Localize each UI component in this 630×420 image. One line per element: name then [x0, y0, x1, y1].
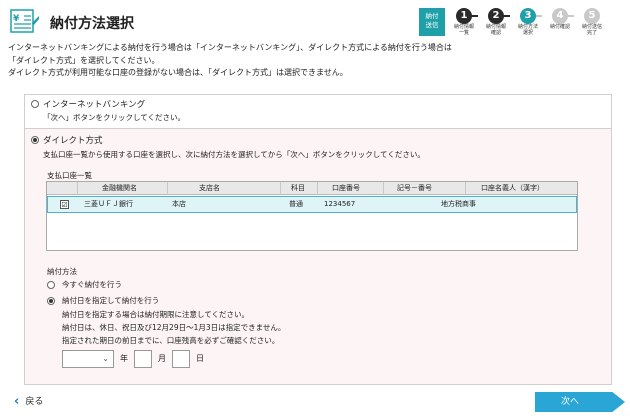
column-divider	[167, 182, 168, 195]
col-bank: 金融機関名	[102, 184, 137, 192]
step-number: 1	[456, 8, 472, 24]
instruction-line: インターネットバンキングによる納付を行う場合は「インターネットバンキング」、ダイ…	[8, 43, 452, 52]
step-number: 4	[552, 8, 568, 24]
column-divider	[465, 182, 466, 195]
step-2: 2 納付情報 確認	[481, 8, 511, 36]
note-line: 指定された期日の前日までに、口座残高を必ずご確認ください。	[62, 336, 280, 345]
day-input[interactable]	[172, 350, 190, 368]
table-header: 金融機関名 支店名 科目 口座番号 記号－番号 口座名義人（漢字）	[47, 182, 577, 195]
current-process-badge: 納付 送信	[419, 8, 445, 36]
col-type: 科目	[291, 184, 305, 192]
cell-number: 1234567	[324, 200, 356, 208]
svg-text:¥: ¥	[13, 14, 20, 24]
account-list-title: 支払口座一覧	[47, 171, 92, 180]
step-label: 確認	[490, 30, 501, 36]
column-divider	[280, 182, 281, 195]
day-unit: 日	[196, 354, 204, 363]
back-label: 戻る	[25, 397, 44, 407]
chevron-left-icon: ‹	[14, 394, 20, 409]
badge-line: 送信	[425, 21, 439, 29]
month-input[interactable]	[134, 350, 152, 368]
cell-holder: 地方税商事	[441, 200, 476, 208]
next-button[interactable]: 次へ	[535, 392, 625, 412]
internet-banking-desc: 「次へ」ボタンをクリックしてください。	[43, 113, 186, 122]
step-label: 納付確認	[549, 24, 570, 30]
step-label: 選択	[522, 30, 533, 36]
month-unit: 月	[158, 354, 166, 363]
step-label: 一覧	[458, 30, 469, 36]
note-line: 納付日を指定する場合は納付期限に注意してください。	[62, 310, 250, 319]
page-title: 納付方法選択	[50, 16, 134, 32]
step-number: 3	[520, 8, 536, 24]
col-symbol: 記号－番号	[397, 184, 432, 192]
pay-now-radio[interactable]	[47, 281, 55, 289]
year-select[interactable]: ⌄	[62, 350, 114, 368]
column-divider	[383, 182, 384, 195]
pay-now-label[interactable]: 今すぐ納付を行う	[62, 279, 122, 290]
instruction-line: 「ダイレクト方式」を選択してください。	[8, 55, 160, 65]
step-3: 3 納付方法 選択	[513, 8, 543, 36]
internet-banking-panel: インターネットバンキング 「次へ」ボタンをクリックしてください。	[24, 94, 612, 128]
direct-method-desc: 支払口座一覧から使用する口座を選択し、次に納付方法を選択してから「次へ」ボタンを…	[43, 150, 425, 159]
cell-bank: 三菱ＵＦＪ銀行	[84, 200, 133, 208]
internet-banking-radio[interactable]	[31, 100, 39, 108]
page-header: ¥ 納付方法選択 納付 送信 1 納付情報 一覧 2 納付情報 確認 3 納付方…	[0, 0, 630, 38]
direct-method-radio[interactable]	[31, 136, 39, 144]
step-number: 2	[488, 8, 504, 24]
row-checkbox[interactable]: ☑	[60, 200, 69, 209]
cell-branch: 本店	[172, 200, 186, 208]
col-holder: 口座名義人（漢字）	[481, 184, 544, 192]
step-1: 1 納付情報 一覧	[449, 8, 479, 36]
payment-method-title: 納付方法	[47, 267, 77, 276]
badge-line: 納付	[425, 12, 439, 20]
step-4: 4 納付確認	[545, 8, 575, 30]
account-table: 金融機関名 支店名 科目 口座番号 記号－番号 口座名義人（漢字） ☑ 三菱ＵＦ…	[46, 181, 578, 251]
footer-nav: ‹ 戻る 次へ	[0, 390, 630, 420]
column-divider	[317, 182, 318, 195]
step-label: 完了	[586, 30, 597, 36]
direct-method-label[interactable]: ダイレクト方式	[43, 134, 103, 146]
note-line: 納付日は、休日、祝日及び12月29日～1月3日は指定できません。	[62, 323, 286, 332]
col-branch: 支店名	[199, 184, 220, 192]
instruction-line: ダイレクト方式が利用可能な口座の登録がない場合は、「ダイレクト方式」は選択できま…	[8, 68, 348, 77]
back-button[interactable]: ‹ 戻る	[14, 394, 43, 409]
direct-method-panel: ダイレクト方式 支払口座一覧から使用する口座を選択し、次に納付方法を選択してから…	[24, 128, 612, 385]
pay-by-date-radio[interactable]	[47, 297, 55, 305]
yen-document-icon: ¥	[10, 9, 39, 33]
chevron-down-icon: ⌄	[102, 354, 109, 363]
progress-steps: 納付 送信 1 納付情報 一覧 2 納付情報 確認 3 納付方法 選択 4 納付…	[419, 8, 619, 36]
step-5: 5 納付送信 完了	[577, 8, 607, 36]
instructions: インターネットバンキングによる納付を行う場合は「インターネットバンキング」、ダイ…	[8, 42, 618, 80]
col-number: 口座番号	[332, 184, 360, 192]
year-unit: 年	[120, 354, 128, 363]
internet-banking-label[interactable]: インターネットバンキング	[43, 98, 145, 110]
table-row[interactable]: ☑ 三菱ＵＦＪ銀行 本店 普通 1234567 地方税商事	[47, 196, 577, 213]
column-divider	[77, 182, 78, 195]
cell-type: 普通	[289, 200, 303, 208]
step-number: 5	[584, 8, 600, 24]
pay-by-date-label[interactable]: 納付日を指定して納付を行う	[62, 295, 159, 306]
